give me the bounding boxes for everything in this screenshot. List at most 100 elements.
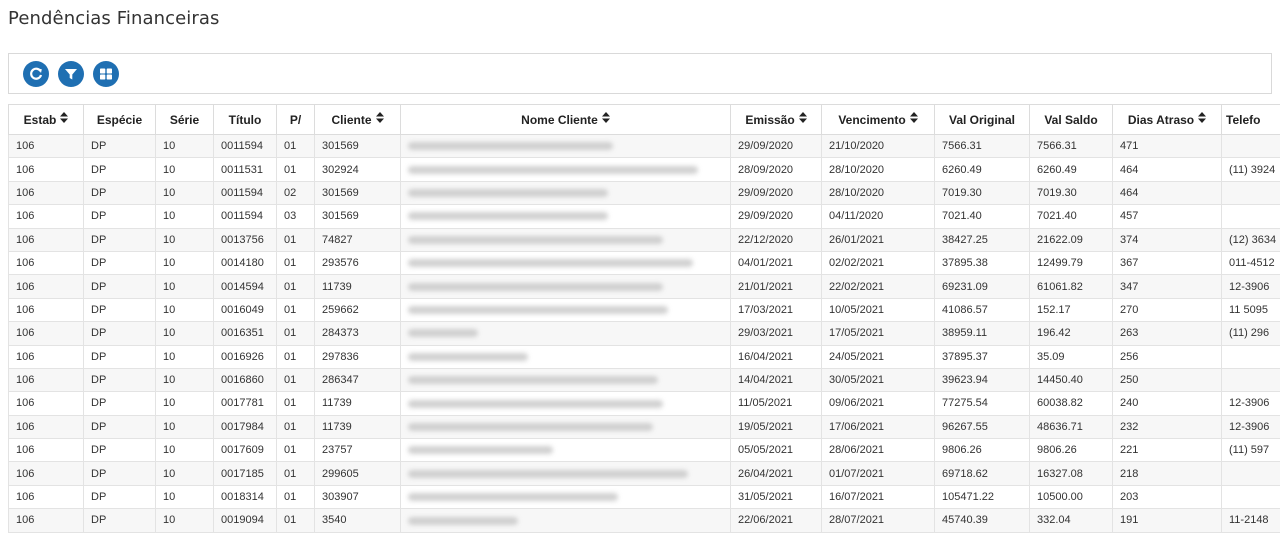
cell-val_saldo: 14450.40 bbox=[1029, 367, 1113, 393]
cell-especie: DP bbox=[83, 227, 156, 252]
column-header-estab[interactable]: Estab bbox=[8, 104, 84, 135]
cell-titulo: 0014594 bbox=[213, 274, 277, 299]
cell-titulo: 0011594 bbox=[213, 204, 277, 229]
column-header-serie: Série bbox=[155, 104, 214, 135]
cell-parcela: 01 bbox=[276, 414, 315, 440]
cell-serie: 10 bbox=[155, 391, 214, 416]
grid-icon bbox=[100, 68, 112, 79]
table-row[interactable]: 106 DP 10 0016049 01 259662 17/03/2021 10/05/20… bbox=[8, 297, 1280, 323]
grid-view-button[interactable] bbox=[93, 60, 119, 87]
refresh-button[interactable] bbox=[23, 60, 49, 87]
sort-icon[interactable] bbox=[60, 112, 69, 125]
cell-titulo: 0017185 bbox=[213, 461, 277, 486]
cell-titulo: 0017781 bbox=[213, 391, 277, 416]
cell-nome bbox=[400, 274, 731, 299]
cell-especie: DP bbox=[83, 438, 156, 463]
cell-serie: 10 bbox=[155, 367, 214, 393]
column-header-vencimento[interactable]: Vencimento bbox=[821, 104, 935, 135]
table-row[interactable]: 106 DP 10 0019094 01 3540 22/06/2021 28/07/2021… bbox=[8, 508, 1280, 533]
cell-estab: 106 bbox=[8, 508, 84, 533]
cell-serie: 10 bbox=[155, 157, 214, 182]
cell-val_original: 41086.57 bbox=[934, 297, 1030, 323]
table-row[interactable]: 106 DP 10 0011594 01 301569 29/09/2020 21/10/20… bbox=[8, 133, 1280, 159]
cell-especie: DP bbox=[83, 367, 156, 393]
filter-button[interactable] bbox=[58, 60, 84, 87]
cell-dias_atraso: 218 bbox=[1112, 461, 1222, 486]
cell-emissao: 29/09/2020 bbox=[730, 204, 822, 229]
sort-icon[interactable] bbox=[1198, 112, 1207, 125]
cell-nome bbox=[400, 227, 731, 252]
cell-vencimento: 30/05/2021 bbox=[821, 367, 935, 393]
table-row[interactable]: 106 DP 10 0016926 01 297836 16/04/2021 24/05/20… bbox=[8, 344, 1280, 369]
redacted-client-name bbox=[408, 329, 478, 338]
table-row[interactable]: 106 DP 10 0014594 01 11739 21/01/2021 22/02/202… bbox=[8, 274, 1280, 299]
cell-estab: 106 bbox=[8, 157, 84, 182]
cell-parcela: 03 bbox=[276, 204, 315, 229]
sort-icon[interactable] bbox=[909, 112, 918, 125]
table-body: 106 DP 10 0011594 01 301569 29/09/2020 21/10/20… bbox=[8, 133, 1280, 533]
cell-telefone: 12-3906 bbox=[1221, 414, 1280, 440]
cell-parcela: 01 bbox=[276, 508, 315, 533]
table-row[interactable]: 106 DP 10 0011531 01 302924 28/09/2020 28/10/20… bbox=[8, 157, 1280, 182]
cell-vencimento: 26/01/2021 bbox=[821, 227, 935, 252]
column-header-val_saldo: Val Saldo bbox=[1029, 104, 1113, 135]
cell-dias_atraso: 347 bbox=[1112, 274, 1222, 299]
cell-serie: 10 bbox=[155, 180, 214, 206]
cell-parcela: 01 bbox=[276, 461, 315, 486]
cell-especie: DP bbox=[83, 297, 156, 323]
cell-estab: 106 bbox=[8, 391, 84, 416]
cell-telefone bbox=[1221, 180, 1280, 206]
table-row[interactable]: 106 DP 10 0017984 01 11739 19/05/2021 17/06/202… bbox=[8, 414, 1280, 440]
column-label: Nome Cliente bbox=[521, 113, 598, 127]
column-label: Vencimento bbox=[838, 113, 906, 127]
cell-estab: 106 bbox=[8, 438, 84, 463]
toolbar bbox=[8, 53, 1272, 94]
cell-dias_atraso: 457 bbox=[1112, 204, 1222, 229]
cell-telefone bbox=[1221, 367, 1280, 393]
cell-dias_atraso: 232 bbox=[1112, 414, 1222, 440]
cell-emissao: 14/04/2021 bbox=[730, 367, 822, 393]
column-label: Título bbox=[228, 112, 262, 127]
cell-cliente: 293576 bbox=[314, 250, 401, 276]
cell-estab: 106 bbox=[8, 484, 84, 510]
table-row[interactable]: 106 DP 10 0017781 01 11739 11/05/2021 09/06/202… bbox=[8, 391, 1280, 416]
cell-cliente: 11739 bbox=[314, 414, 401, 440]
cell-telefone bbox=[1221, 344, 1280, 369]
cell-emissao: 05/05/2021 bbox=[730, 438, 822, 463]
column-header-cliente[interactable]: Cliente bbox=[314, 104, 401, 135]
table-row[interactable]: 106 DP 10 0017185 01 299605 26/04/2021 01/07/20… bbox=[8, 461, 1280, 486]
pendencias-table-wrapper: Estab Espécie Série Título P/Cliente Nome Cli… bbox=[8, 104, 1280, 533]
redacted-client-name bbox=[408, 493, 618, 502]
table-row[interactable]: 106 DP 10 0017609 01 23757 05/05/2021 28/06/202… bbox=[8, 438, 1280, 463]
cell-titulo: 0016049 bbox=[213, 297, 277, 323]
cell-parcela: 01 bbox=[276, 250, 315, 276]
table-row[interactable]: 106 DP 10 0011594 03 301569 29/09/2020 04/11/20… bbox=[8, 204, 1280, 229]
table-row[interactable]: 106 DP 10 0013756 01 74827 22/12/2020 26/01/202… bbox=[8, 227, 1280, 252]
table-row[interactable]: 106 DP 10 0011594 02 301569 29/09/2020 28/10/20… bbox=[8, 180, 1280, 206]
column-header-nome[interactable]: Nome Cliente bbox=[400, 104, 731, 135]
sort-icon[interactable] bbox=[798, 112, 807, 125]
cell-serie: 10 bbox=[155, 250, 214, 276]
cell-especie: DP bbox=[83, 180, 156, 206]
sort-icon[interactable] bbox=[375, 112, 384, 125]
cell-emissao: 21/01/2021 bbox=[730, 274, 822, 299]
redacted-client-name bbox=[408, 212, 608, 221]
table-row[interactable]: 106 DP 10 0016860 01 286347 14/04/2021 30/05/20… bbox=[8, 367, 1280, 393]
redacted-client-name bbox=[408, 352, 528, 361]
column-header-dias_atraso[interactable]: Dias Atraso bbox=[1112, 104, 1222, 135]
cell-val_original: 105471.22 bbox=[934, 484, 1030, 510]
column-header-emissao[interactable]: Emissão bbox=[730, 104, 822, 135]
cell-nome bbox=[400, 250, 731, 276]
cell-nome bbox=[400, 414, 731, 440]
table-row[interactable]: 106 DP 10 0016351 01 284373 29/03/2021 17/05/20… bbox=[8, 321, 1280, 346]
table-row[interactable]: 106 DP 10 0018314 01 303907 31/05/2021 16/07/20… bbox=[8, 484, 1280, 510]
table-header-row: Estab Espécie Série Título P/Cliente Nome Cli… bbox=[8, 104, 1280, 135]
cell-val_original: 77275.54 bbox=[934, 391, 1030, 416]
cell-serie: 10 bbox=[155, 438, 214, 463]
sort-icon[interactable] bbox=[601, 112, 610, 125]
table-row[interactable]: 106 DP 10 0014180 01 293576 04/01/2021 02/02/20… bbox=[8, 250, 1280, 276]
cell-val_original: 96267.55 bbox=[934, 414, 1030, 440]
cell-vencimento: 16/07/2021 bbox=[821, 484, 935, 510]
cell-serie: 10 bbox=[155, 297, 214, 323]
cell-emissao: 22/12/2020 bbox=[730, 227, 822, 252]
